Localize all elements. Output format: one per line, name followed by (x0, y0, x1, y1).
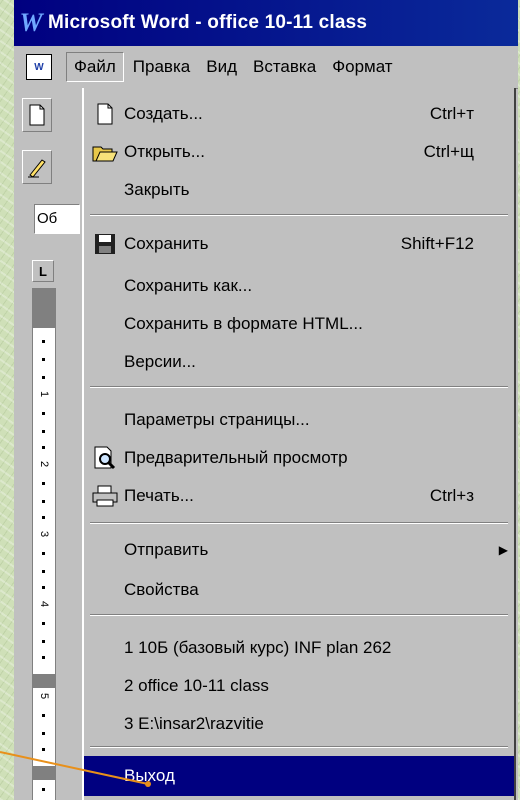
pointer-arrow-line (0, 751, 151, 787)
